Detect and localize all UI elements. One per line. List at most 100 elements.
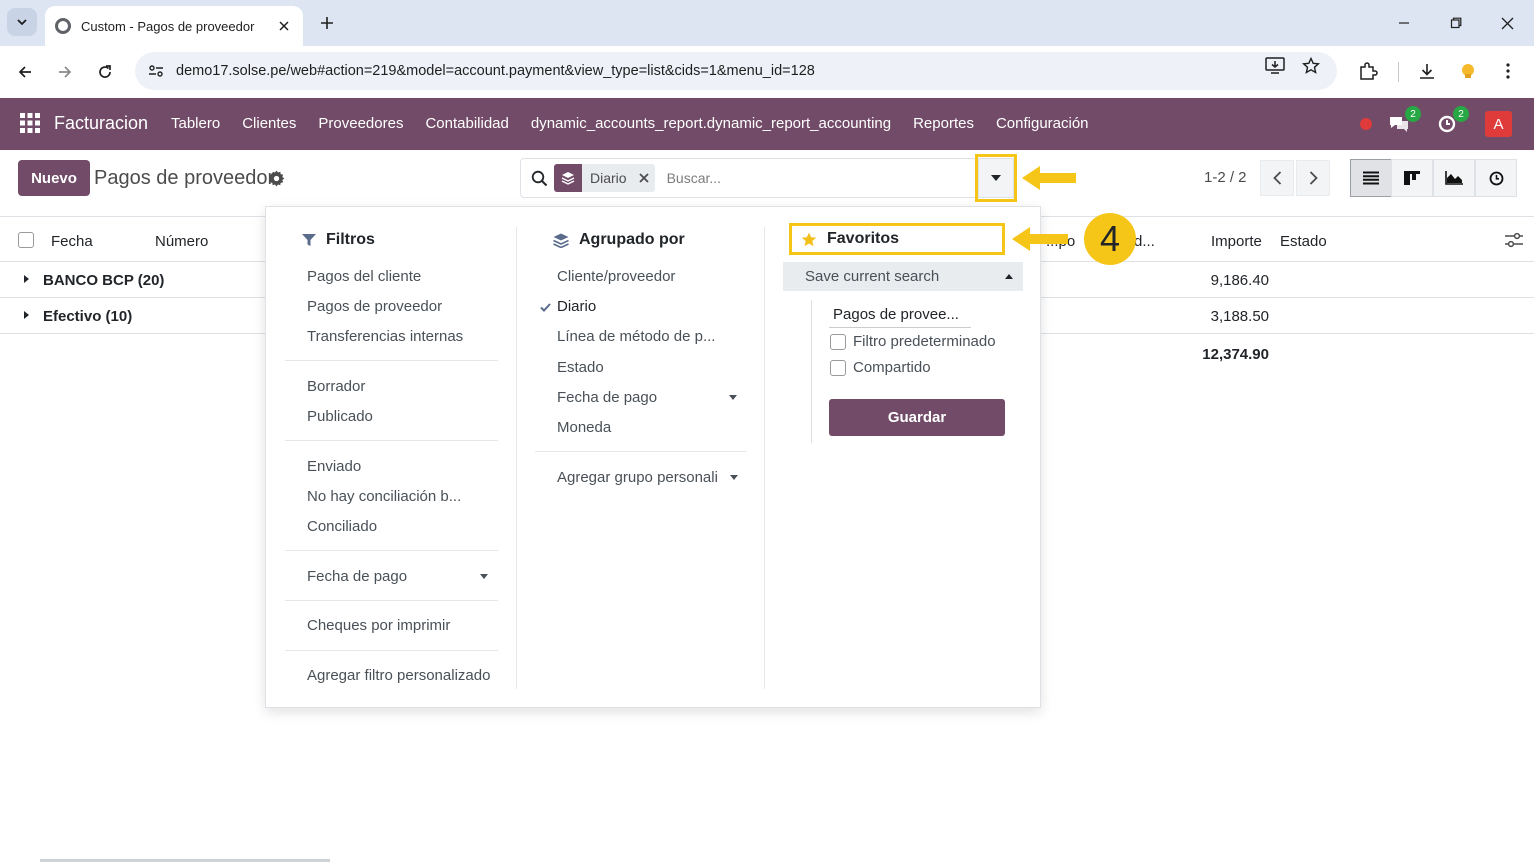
menu-item-clientes[interactable]: Clientes — [242, 115, 296, 132]
menu-item-reportes[interactable]: Reportes — [913, 115, 974, 132]
column-header-numero[interactable]: Número — [155, 233, 208, 250]
main-menu: Tablero Clientes Proveedores Contabilida… — [171, 115, 1089, 132]
messages-button[interactable]: 2 — [1386, 106, 1421, 138]
close-tab-button[interactable] — [275, 17, 293, 35]
activity-view-button[interactable] — [1475, 159, 1517, 197]
filter-date-item[interactable]: Fecha de pago — [307, 568, 407, 585]
back-button[interactable] — [11, 58, 39, 86]
menu-item-tablero[interactable]: Tablero — [171, 115, 220, 132]
caret-up-icon — [1005, 274, 1013, 279]
pager-value[interactable]: 1-2 / 2 — [1204, 169, 1247, 186]
favicon-icon — [55, 18, 71, 34]
search-bar: Diario — [520, 158, 978, 198]
gear-icon[interactable] — [268, 170, 285, 187]
minimize-button[interactable] — [1391, 10, 1417, 36]
menu-item-contabilidad[interactable]: Contabilidad — [425, 115, 508, 132]
remove-facet-button[interactable] — [633, 167, 655, 189]
column-header-partial-2[interactable]: d... — [1134, 233, 1155, 250]
kanban-icon — [1404, 171, 1420, 185]
divider — [535, 451, 746, 452]
groupby-item[interactable]: Línea de método de p... — [557, 328, 715, 345]
forward-button[interactable] — [51, 58, 79, 86]
add-custom-group[interactable]: Agregar grupo personali — [557, 469, 718, 486]
browser-toolbar: demo17.solse.pe/web#action=219&model=acc… — [0, 46, 1534, 98]
step-number-badge: 4 — [1084, 213, 1136, 265]
shared-checkbox[interactable] — [830, 360, 846, 376]
column-header-importe[interactable]: Importe — [1211, 233, 1262, 250]
app-name[interactable]: Facturacion — [54, 113, 148, 134]
groupby-item[interactable]: Estado — [557, 359, 604, 376]
default-filter-label[interactable]: Filtro predeterminado — [853, 333, 996, 350]
close-window-button[interactable] — [1494, 10, 1520, 36]
kanban-view-button[interactable] — [1391, 159, 1433, 197]
restore-button[interactable] — [1443, 10, 1469, 36]
filter-item[interactable]: Publicado — [307, 408, 373, 425]
add-custom-filter[interactable]: Agregar filtro personalizado — [307, 667, 490, 684]
status-dot-icon — [1360, 118, 1372, 130]
highlight-favorites-box — [789, 223, 1005, 255]
new-tab-button[interactable] — [314, 10, 340, 36]
list-view-button[interactable] — [1350, 159, 1392, 197]
filter-item[interactable]: No hay conciliación b... — [307, 488, 461, 505]
pager-next-button[interactable] — [1296, 160, 1330, 196]
reload-button[interactable] — [91, 58, 119, 86]
more-vertical-icon — [1506, 63, 1510, 79]
filter-item[interactable]: Transferencias internas — [307, 328, 463, 345]
tab-search-button[interactable] — [7, 8, 37, 36]
select-all-checkbox[interactable] — [18, 232, 34, 248]
close-icon — [279, 21, 289, 31]
groupby-item-selected[interactable]: Diario — [557, 298, 596, 315]
filter-item[interactable]: Cheques por imprimir — [307, 617, 450, 634]
app-navbar: Facturacion Tablero Clientes Proveedores… — [0, 98, 1534, 150]
column-header-estado[interactable]: Estado — [1280, 233, 1327, 250]
default-filter-checkbox[interactable] — [830, 334, 846, 350]
save-current-search-toggle[interactable]: Save current search — [783, 262, 1023, 291]
search-icon — [531, 170, 548, 186]
arrow-left-icon — [18, 66, 31, 78]
shared-label[interactable]: Compartido — [853, 359, 931, 376]
activities-badge: 2 — [1453, 106, 1469, 122]
browser-menu-button[interactable] — [1495, 58, 1521, 84]
graph-view-button[interactable] — [1433, 159, 1475, 197]
list-icon — [1363, 171, 1379, 185]
profile-extension-button[interactable] — [1455, 58, 1481, 84]
user-avatar[interactable]: A — [1485, 111, 1512, 137]
divider — [285, 650, 498, 651]
groupby-item[interactable]: Moneda — [557, 419, 611, 436]
caret-down-icon — [729, 395, 737, 400]
close-icon — [638, 173, 649, 183]
filter-item[interactable]: Enviado — [307, 458, 361, 475]
groupby-item[interactable]: Cliente/proveedor — [557, 268, 675, 285]
menu-item-proveedores[interactable]: Proveedores — [318, 115, 403, 132]
optional-columns-icon[interactable] — [1505, 232, 1523, 248]
site-settings-icon[interactable] — [145, 60, 167, 82]
new-button[interactable]: Nuevo — [18, 160, 90, 196]
browser-tabstrip: Custom - Pagos de proveedor — [0, 0, 1534, 46]
filter-item[interactable]: Pagos del cliente — [307, 268, 421, 285]
apps-grid-icon[interactable] — [20, 113, 40, 133]
groupby-item[interactable]: Fecha de pago — [557, 389, 657, 406]
filter-item[interactable]: Borrador — [307, 378, 365, 395]
filter-item[interactable]: Pagos de proveedor — [307, 298, 442, 315]
extension-badge-icon — [1462, 64, 1474, 78]
pager-previous-button[interactable] — [1260, 160, 1294, 196]
menu-item-configuracion[interactable]: Configuración — [996, 115, 1089, 132]
address-bar[interactable]: demo17.solse.pe/web#action=219&model=acc… — [135, 52, 1337, 90]
column-header-fecha[interactable]: Fecha — [51, 233, 93, 250]
menu-item-dynamic-report[interactable]: dynamic_accounts_report.dynamic_report_a… — [531, 115, 891, 132]
downloads-button[interactable] — [1414, 58, 1440, 84]
clock-icon — [1489, 171, 1503, 185]
bookmark-button[interactable] — [1299, 54, 1323, 78]
install-app-button[interactable] — [1263, 54, 1287, 78]
search-input[interactable] — [666, 170, 947, 186]
filter-item[interactable]: Conciliado — [307, 518, 377, 535]
activities-button[interactable]: 2 — [1434, 106, 1469, 138]
save-favorite-button[interactable]: Guardar — [829, 399, 1005, 436]
filters-header: Filtros — [302, 231, 375, 249]
extensions-button[interactable] — [1355, 58, 1381, 84]
favorite-name-input[interactable] — [829, 301, 971, 328]
browser-tab[interactable]: Custom - Pagos de proveedor — [45, 6, 303, 46]
install-icon — [1265, 57, 1285, 74]
page-title: Pagos de proveedor — [94, 167, 275, 189]
puzzle-icon — [1360, 62, 1378, 80]
